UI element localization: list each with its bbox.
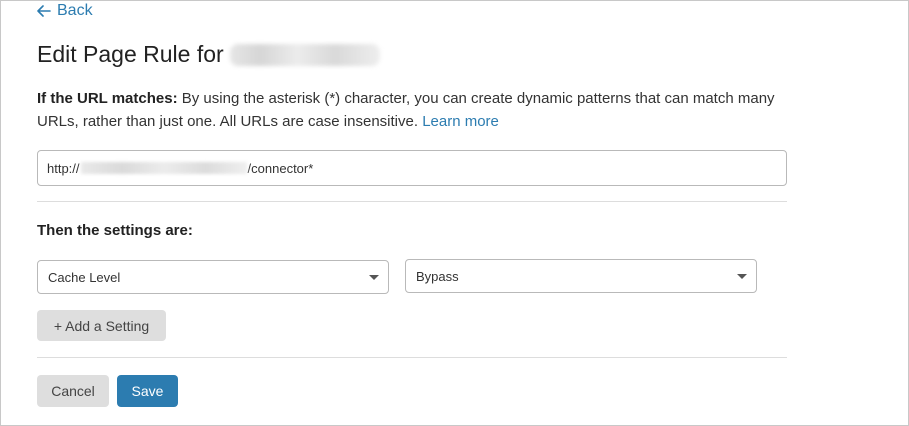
cancel-button[interactable]: Cancel — [37, 375, 109, 407]
setting-type-select[interactable]: Cache Level — [37, 260, 389, 294]
chevron-down-icon — [737, 273, 747, 279]
chevron-down-icon — [369, 274, 379, 280]
setting-value-value: Bypass — [416, 268, 459, 284]
url-pattern-input[interactable]: http:// /connector* — [37, 150, 787, 186]
arrow-left-icon — [37, 5, 51, 17]
settings-heading: Then the settings are: — [37, 222, 193, 239]
redacted-url-host — [80, 162, 247, 174]
save-button[interactable]: Save — [117, 375, 178, 407]
url-prefix: http:// — [47, 160, 80, 176]
divider-bottom — [37, 357, 787, 358]
back-link-label: Back — [57, 2, 93, 19]
page-title: Edit Page Rule for — [37, 41, 380, 68]
page-title-text: Edit Page Rule for — [37, 41, 224, 67]
setting-value-select[interactable]: Bypass — [405, 259, 757, 293]
url-suffix: /connector* — [247, 160, 314, 176]
divider-top — [37, 201, 787, 202]
back-link[interactable]: Back — [37, 2, 93, 20]
page-rule-editor: Back Edit Page Rule for If the URL match… — [0, 0, 909, 426]
setting-type-value: Cache Level — [48, 269, 121, 285]
url-match-description: If the URL matches: By using the asteris… — [37, 87, 797, 133]
redacted-domain — [229, 43, 380, 66]
learn-more-link[interactable]: Learn more — [422, 113, 499, 130]
add-setting-button[interactable]: + Add a Setting — [37, 310, 166, 341]
description-lead: If the URL matches: — [37, 90, 178, 107]
